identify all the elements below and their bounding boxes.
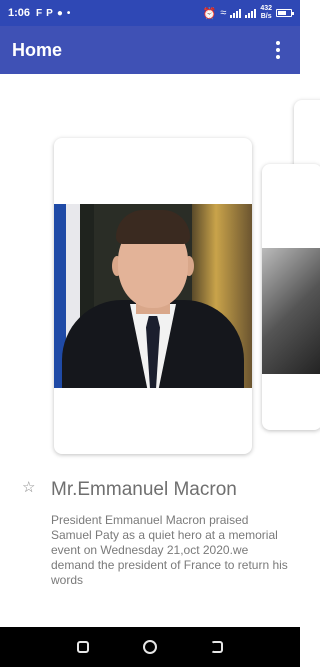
next-card-image: [262, 248, 320, 374]
alarm-icon: ⏰: [202, 7, 217, 20]
star-icon[interactable]: ☆: [22, 480, 38, 496]
messenger-icon: ●: [56, 7, 63, 19]
notification-icon-f: F: [36, 7, 43, 19]
navigation-bar: [0, 627, 300, 667]
status-bar: 1:06 F P ● • ⏰ ≈ 432 B/s: [0, 0, 300, 26]
person-name: Mr.Emmanuel Macron: [51, 479, 237, 500]
back-button[interactable]: [205, 635, 229, 659]
network-speed-value: 432: [260, 5, 272, 12]
signal-icon: [230, 8, 242, 18]
status-time: 1:06: [8, 7, 31, 19]
notification-icons: F P ● •: [36, 8, 70, 19]
back-icon: [210, 641, 223, 653]
overflow-menu-icon[interactable]: [268, 38, 288, 62]
network-speed: 432 B/s: [260, 5, 272, 21]
carousel-card-current[interactable]: [54, 138, 252, 454]
recents-button[interactable]: [71, 635, 95, 659]
carousel-card-next[interactable]: [262, 164, 320, 430]
home-icon: [142, 640, 157, 654]
home-button[interactable]: [138, 635, 162, 659]
person-description: President Emmanuel Macron praised Samuel…: [51, 513, 288, 587]
signal-icon-2: [245, 8, 257, 18]
wifi-icon: ≈: [220, 7, 227, 19]
dot-icon: •: [66, 7, 71, 19]
portrait-image: [54, 204, 252, 388]
battery-icon: [276, 9, 294, 17]
page-title: Home: [12, 39, 63, 60]
recents-icon: [77, 641, 90, 653]
notification-icon-p: P: [46, 7, 53, 19]
network-speed-unit: B/s: [260, 13, 272, 20]
app-bar: Home: [0, 26, 300, 74]
